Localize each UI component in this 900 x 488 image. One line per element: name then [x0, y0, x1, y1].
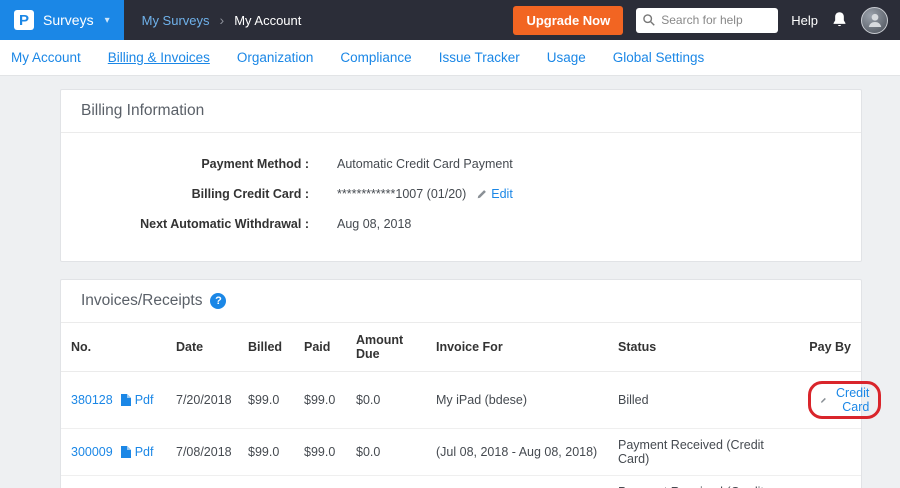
app-switcher-surveys[interactable]: P Surveys ▾: [0, 0, 124, 40]
page: P Surveys ▾ My Surveys › My Account Upgr…: [0, 0, 900, 488]
invoices-header-row: No. Date Billed Paid Amount Due Invoice …: [61, 323, 861, 372]
app-menu-label: Surveys: [43, 12, 94, 28]
pdf-link-label[interactable]: Pdf: [135, 445, 154, 459]
table-row: 300009 Pdf 7/08/2018 $99.0 $99.0 $0.0 (J…: [61, 429, 861, 476]
pdf-link[interactable]: Pdf: [121, 445, 154, 459]
help-link[interactable]: Help: [791, 13, 818, 28]
help-search: [636, 8, 778, 33]
payment-method-row: Payment Method : Automatic Credit Card P…: [61, 149, 861, 179]
invoice-date: 7/08/2018: [166, 429, 238, 476]
col-no: No.: [61, 323, 166, 372]
invoices-table: No. Date Billed Paid Amount Due Invoice …: [61, 323, 861, 488]
invoice-status: Billed: [608, 372, 798, 429]
brand-logo: P: [14, 10, 34, 30]
tab-billing-invoices[interactable]: Billing & Invoices: [108, 50, 210, 65]
invoices-receipts-title: Invoices/Receipts: [81, 292, 202, 310]
invoice-amount-due: $0.0: [346, 476, 426, 488]
pdf-icon: [121, 394, 131, 406]
invoice-status: Payment Received (Credit Card): [608, 429, 798, 476]
tab-compliance[interactable]: Compliance: [340, 50, 411, 65]
payment-method-label: Payment Method :: [61, 157, 309, 171]
col-pay-by: Pay By: [798, 323, 861, 372]
invoice-paid: $99.0: [294, 429, 346, 476]
pdf-link[interactable]: Pdf: [121, 393, 154, 407]
breadcrumb-separator-icon: ›: [220, 12, 225, 28]
col-status: Status: [608, 323, 798, 372]
billing-credit-card-row: Billing Credit Card : ************1007 (…: [61, 179, 861, 209]
invoices-receipts-header: Invoices/Receipts ?: [61, 280, 861, 323]
next-withdrawal-row: Next Automatic Withdrawal : Aug 08, 2018: [61, 209, 861, 239]
breadcrumb: My Surveys › My Account: [142, 12, 302, 28]
invoice-for: (Jul 08, 2018 - Aug 08, 2018): [426, 429, 608, 476]
top-bar: P Surveys ▾ My Surveys › My Account Upgr…: [0, 0, 900, 40]
invoice-pay-by: [798, 429, 861, 476]
invoice-date: 6/08/2018: [166, 476, 238, 488]
next-withdrawal-label: Next Automatic Withdrawal :: [61, 217, 309, 231]
col-paid: Paid: [294, 323, 346, 372]
pay-by-credit-card-link[interactable]: Credit Card: [832, 386, 870, 414]
billing-credit-card-label: Billing Credit Card :: [61, 187, 309, 201]
pdf-link-label[interactable]: Pdf: [135, 393, 154, 407]
tab-issue-tracker[interactable]: Issue Tracker: [439, 50, 520, 65]
account-nav: My Account Billing & Invoices Organizati…: [0, 40, 900, 76]
billing-information-title: Billing Information: [61, 90, 861, 133]
invoice-amount-due: $0.0: [346, 372, 426, 429]
payment-method-value: Automatic Credit Card Payment: [337, 157, 513, 171]
edit-pencil-icon: [476, 189, 487, 200]
invoice-number-link[interactable]: 300009: [71, 445, 113, 459]
billing-credit-card-value: ************1007 (01/20): [337, 187, 466, 201]
invoice-paid: $99.0: [294, 372, 346, 429]
pdf-icon: [121, 446, 131, 458]
tab-global-settings[interactable]: Global Settings: [613, 50, 705, 65]
invoice-paid: $99.0: [294, 476, 346, 488]
invoice-billed: $99.0: [238, 429, 294, 476]
main-content: Billing Information Payment Method : Aut…: [0, 76, 900, 488]
upgrade-now-button[interactable]: Upgrade Now: [513, 6, 623, 35]
billing-information-card: Billing Information Payment Method : Aut…: [60, 89, 862, 262]
edit-credit-card-link[interactable]: Edit: [491, 187, 513, 201]
tab-my-account[interactable]: My Account: [11, 50, 81, 65]
invoices-receipts-card: Invoices/Receipts ? No. Date Billed Paid…: [60, 279, 862, 488]
invoice-status: Payment Received (Credit Card): [608, 476, 798, 488]
col-billed: Billed: [238, 323, 294, 372]
invoice-amount-due: $0.0: [346, 429, 426, 476]
invoice-for: My iPad (bdese): [426, 372, 608, 429]
invoice-number-link[interactable]: 380128: [71, 393, 113, 407]
bell-icon[interactable]: [831, 11, 848, 29]
table-row: 300008 Pdf 6/08/2018 $99.0 $99.0 $0.0 (J…: [61, 476, 861, 488]
next-withdrawal-value: Aug 08, 2018: [337, 217, 411, 231]
invoice-pay-by: [798, 476, 861, 488]
edit-pencil-icon: [820, 395, 827, 406]
search-icon: [642, 13, 656, 32]
billing-info-rows: Payment Method : Automatic Credit Card P…: [61, 133, 861, 261]
invoice-billed: $99.0: [238, 372, 294, 429]
breadcrumb-my-surveys[interactable]: My Surveys: [142, 13, 210, 28]
chevron-down-icon: ▾: [105, 15, 110, 26]
table-row: 380128 Pdf 7/20/2018 $99.0 $99.0 $0.0 My…: [61, 372, 861, 429]
invoice-for: (Jun 08, 2018 - Jul 08, 2018): [426, 476, 608, 488]
col-amount-due: Amount Due: [346, 323, 426, 372]
col-date: Date: [166, 323, 238, 372]
help-question-icon[interactable]: ?: [210, 293, 226, 309]
breadcrumb-my-account: My Account: [234, 13, 301, 28]
topbar-right: Upgrade Now Help: [513, 6, 900, 35]
user-avatar[interactable]: [861, 7, 888, 34]
tab-organization[interactable]: Organization: [237, 50, 314, 65]
invoice-billed: $99.0: [238, 476, 294, 488]
invoice-date: 7/20/2018: [166, 372, 238, 429]
tab-usage[interactable]: Usage: [547, 50, 586, 65]
search-input[interactable]: [636, 8, 778, 33]
credit-card-pay-highlight: Credit Card: [808, 381, 881, 419]
col-invoice-for: Invoice For: [426, 323, 608, 372]
